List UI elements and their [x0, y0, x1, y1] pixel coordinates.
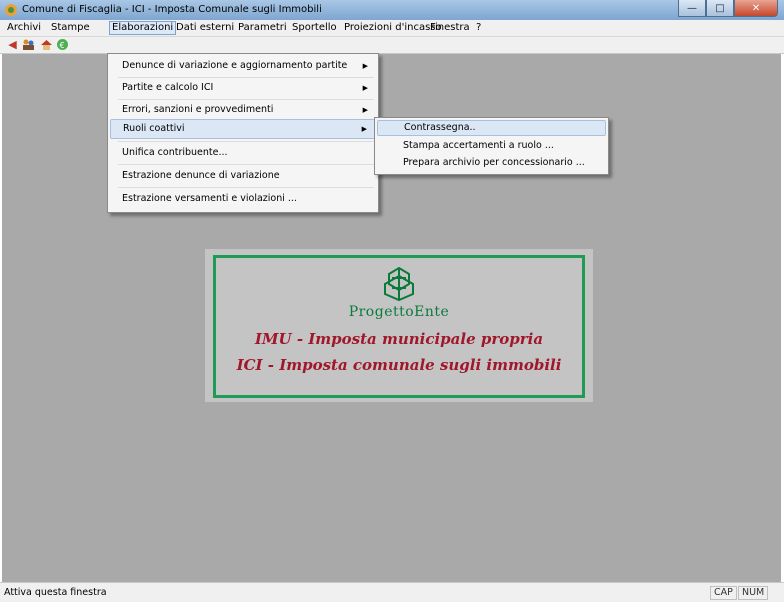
menu-sportello[interactable]: Sportello [290, 22, 339, 34]
splash-line-ici: ICI - Imposta comunale sugli immobili [236, 356, 562, 374]
submenu-arrow-icon: ▶ [362, 62, 368, 70]
menu-dati-esterni[interactable]: Dati esterni [174, 22, 236, 34]
menu-separator [118, 164, 374, 165]
menu-item-label: Errori, sanzioni e provvedimenti [122, 104, 274, 115]
submenu-item-contrassegna[interactable]: Contrassegna.. [377, 120, 606, 136]
progettoente-logo-icon [384, 266, 414, 302]
svg-text:€: € [60, 41, 65, 50]
close-button[interactable]: ✕ [734, 0, 778, 17]
submenu-arrow-icon: ▶ [361, 125, 367, 133]
menu-item-label: Estrazione versamenti e violazioni ... [122, 193, 297, 204]
status-bar: Attiva questa finestra CAP NUM [0, 582, 784, 602]
app-icon [5, 4, 17, 16]
people-icon[interactable] [22, 38, 35, 51]
menu-item-unifica-contribuente[interactable]: Unifica contribuente... [110, 143, 376, 163]
brand-name: ProgettoEnte [348, 304, 450, 320]
euro-icon[interactable]: € [56, 38, 69, 51]
home-icon[interactable] [40, 38, 53, 51]
menu-item-label: Unifica contribuente... [122, 147, 228, 158]
submenu-item-label: Prepara archivio per concessionario ... [403, 157, 585, 168]
menu-separator [118, 187, 374, 188]
menu-stampe[interactable]: Stampe [49, 22, 92, 34]
menu-item-label: Ruoli coattivi [123, 123, 185, 134]
toolbar: ◀ € [0, 37, 784, 54]
maximize-icon: □ [715, 2, 725, 14]
menu-elaborazioni[interactable]: Elaborazioni [109, 21, 177, 35]
caps-lock-indicator: CAP [710, 586, 737, 600]
submenu-item-stampa-accertamenti[interactable]: Stampa accertamenti a ruolo ... [377, 138, 606, 154]
splash-panel: ProgettoEnte IMU - Imposta municipale pr… [205, 249, 593, 402]
close-icon: ✕ [751, 2, 761, 14]
ruoli-coattivi-submenu: Contrassegna.. Stampa accertamenti a ruo… [374, 117, 609, 175]
submenu-arrow-icon: ▶ [362, 84, 368, 92]
menu-separator [118, 141, 374, 142]
menu-item-partite-calcolo[interactable]: Partite e calcolo ICI ▶ [110, 78, 376, 98]
title-bar: Comune di Fiscaglia - ICI - Imposta Comu… [0, 0, 784, 21]
maximize-button[interactable]: □ [706, 0, 734, 17]
menu-item-label: Partite e calcolo ICI [122, 82, 214, 93]
menu-archivi[interactable]: Archivi [5, 22, 43, 34]
num-lock-indicator: NUM [738, 586, 769, 600]
menu-item-estrazione-denunce[interactable]: Estrazione denunce di variazione [110, 166, 376, 186]
minimize-button[interactable]: — [678, 0, 706, 17]
menu-item-ruoli-coattivi[interactable]: Ruoli coattivi ▶ [110, 119, 376, 139]
menu-help[interactable]: ? [474, 22, 483, 34]
menu-item-errori-sanzioni[interactable]: Errori, sanzioni e provvedimenti ▶ [110, 100, 376, 120]
splash-line-imu: IMU - Imposta municipale propria [254, 330, 544, 348]
submenu-arrow-icon: ▶ [362, 106, 368, 114]
status-text: Attiva questa finestra [4, 587, 107, 598]
menu-bar: Archivi Stampe Elaborazioni Dati esterni… [0, 20, 784, 37]
splash-border: ProgettoEnte IMU - Imposta municipale pr… [213, 255, 585, 398]
menu-item-denunce-variazione[interactable]: Denunce di variazione e aggiornamento pa… [110, 56, 376, 76]
menu-item-estrazione-versamenti[interactable]: Estrazione versamenti e violazioni ... [110, 189, 376, 209]
window-controls: — □ ✕ [678, 0, 778, 18]
menu-item-label: Estrazione denunce di variazione [122, 170, 280, 181]
submenu-item-prepara-archivio[interactable]: Prepara archivio per concessionario ... [377, 155, 606, 171]
elaborazioni-menu: Denunce di variazione e aggiornamento pa… [107, 53, 379, 213]
window-title: Comune di Fiscaglia - ICI - Imposta Comu… [22, 4, 322, 15]
menu-item-label: Denunce di variazione e aggiornamento pa… [122, 60, 348, 71]
exit-door-icon[interactable]: ◀ [6, 38, 19, 51]
submenu-item-label: Stampa accertamenti a ruolo ... [403, 140, 554, 151]
submenu-item-label: Contrassegna.. [404, 122, 476, 133]
menu-finestra[interactable]: Finestra [428, 22, 472, 34]
menu-parametri[interactable]: Parametri [236, 22, 289, 34]
minimize-icon: — [687, 2, 697, 14]
